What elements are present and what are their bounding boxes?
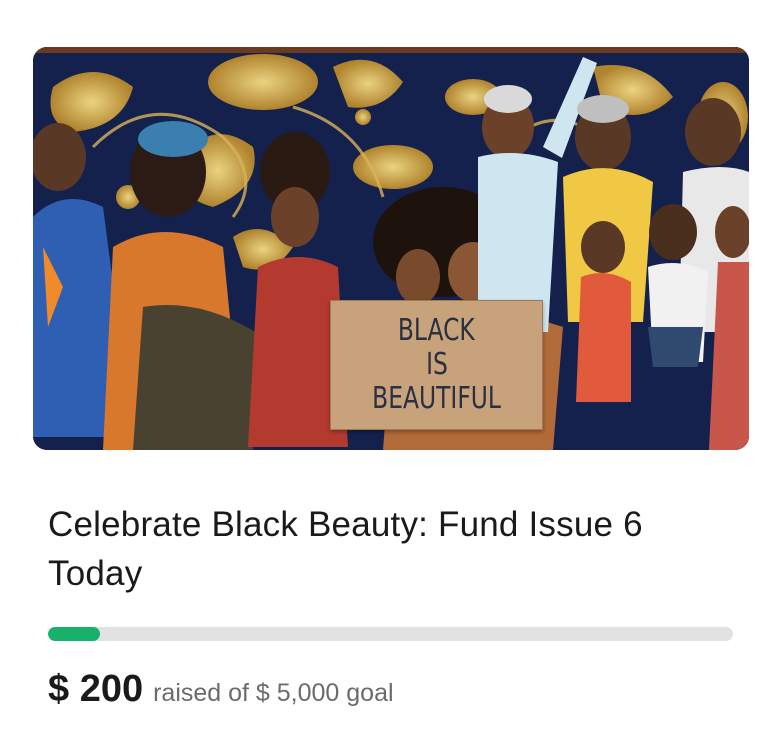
sign-line: BLACK bbox=[398, 313, 475, 348]
sign-line: BEAUTIFUL bbox=[372, 381, 501, 416]
fundraiser-card[interactable]: BLACK IS BEAUTIFUL Celebrate Black Beaut… bbox=[0, 0, 780, 740]
protest-sign: BLACK IS BEAUTIFUL bbox=[330, 300, 543, 430]
sign-line: IS bbox=[425, 347, 448, 382]
progress-bar-fill bbox=[48, 627, 101, 641]
goal-caption: raised of $ 5,000 goal bbox=[153, 679, 394, 707]
campaign-title[interactable]: Celebrate Black Beauty: Fund Issue 6 Tod… bbox=[48, 500, 728, 598]
raised-amount: $ 200 bbox=[48, 668, 144, 710]
progress-bar bbox=[48, 627, 733, 641]
funding-summary: $ 200 raised of $ 5,000 goal bbox=[48, 668, 394, 711]
campaign-hero-image: BLACK IS BEAUTIFUL bbox=[33, 47, 749, 450]
